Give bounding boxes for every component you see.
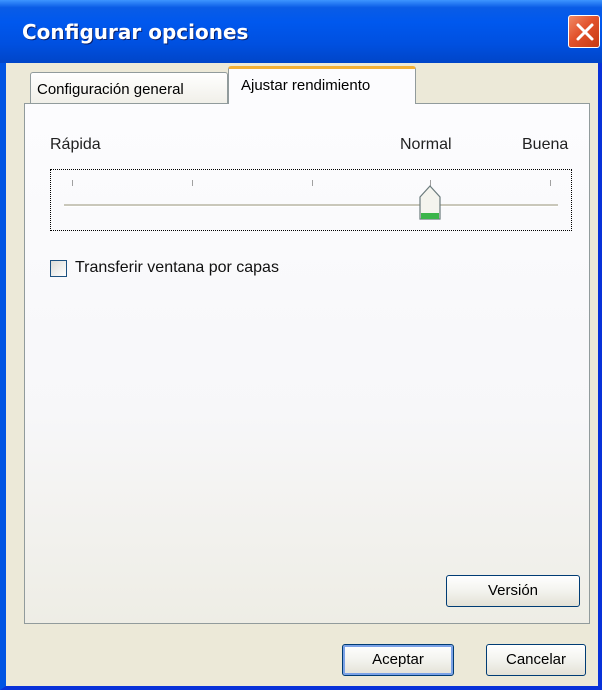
slider-thumb[interactable] [419,185,441,221]
window-title: Configurar opciones [22,20,249,44]
close-button[interactable] [568,15,600,48]
layered-window-checkbox[interactable] [50,260,67,277]
slider-label-normal: Normal [400,136,452,153]
slider-track [64,204,558,207]
slider-tick [192,180,193,186]
layered-window-label[interactable]: Transferir ventana por capas [75,259,279,277]
slider-tick [72,180,73,186]
tab-ajustar-rendimiento[interactable]: Ajustar rendimiento [228,66,416,104]
ok-button[interactable]: Aceptar [342,644,454,676]
cancel-button[interactable]: Cancelar [486,644,586,676]
slider-label-rapida: Rápida [50,136,101,153]
slider-tick [550,180,551,186]
version-button[interactable]: Versión [446,575,580,607]
tab-configuracion-general[interactable]: Configuración general [30,72,228,104]
close-icon [576,23,594,41]
slider-label-buena: Buena [522,136,569,153]
performance-slider[interactable] [50,169,572,231]
slider-tick [312,180,313,186]
title-bar[interactable]: Configurar opciones [0,0,602,63]
